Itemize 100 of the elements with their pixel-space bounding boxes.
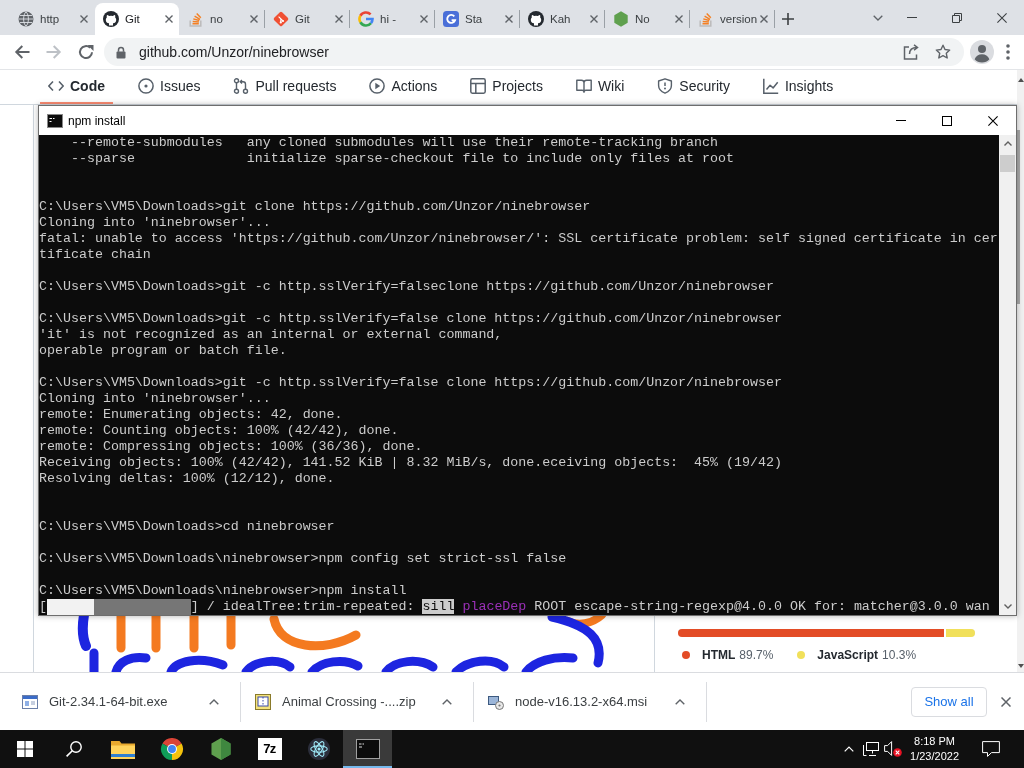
url-text: github.com/Unzor/ninebrowser (139, 44, 329, 60)
close-icon[interactable] (996, 12, 1007, 23)
console-line: C:\Users\VM5\Downloads>git -c http.sslVerify=falseclone https://github.com/Unzor/ninebrowser (39, 279, 775, 295)
scroll-down-icon[interactable] (1017, 664, 1024, 668)
taskbar-button[interactable]: 7z (245, 730, 294, 768)
download-file-name[interactable]: node-v16.13.2-x64.msi (515, 694, 648, 709)
app-window-icon (22, 693, 38, 710)
browser-tab[interactable]: Git (265, 3, 349, 35)
line-graph-icon (762, 78, 779, 94)
show-all-button[interactable]: Show all (911, 686, 987, 717)
share-icon[interactable] (903, 44, 919, 60)
speaker-muted-icon[interactable] (884, 741, 903, 757)
console-line: --remote-submodules any cloned submodules will use their remote-tracking branch (69, 135, 720, 151)
close-icon[interactable] (1001, 696, 1011, 707)
window-title: npm install (68, 113, 126, 128)
round-logo-icon (159, 738, 184, 760)
close-icon[interactable] (165, 15, 173, 23)
archive-file-icon (255, 693, 271, 710)
scroll-up-icon[interactable] (1003, 141, 1012, 146)
language-name[interactable]: HTML (702, 647, 736, 663)
console-line: 'it' is not recognized as an internal or external command, (39, 327, 504, 343)
circle-dot-icon (138, 78, 154, 94)
repo-tab[interactable]: Projects (462, 70, 551, 104)
g-icon (358, 11, 374, 27)
atom-icon (306, 738, 331, 760)
g-square-icon (443, 11, 459, 27)
installer-icon (488, 693, 504, 710)
browser-tab[interactable]: http (10, 3, 94, 35)
browser-tab[interactable]: Git (95, 3, 179, 35)
star-icon[interactable] (935, 44, 951, 60)
hexagon-icon (613, 11, 629, 27)
console-line: operable program or batch file. (39, 343, 288, 359)
start-icon (16, 741, 33, 757)
repo-tab[interactable]: Actions (361, 70, 446, 104)
browser-tab[interactable]: No (605, 3, 689, 35)
network-icon[interactable] (863, 742, 880, 756)
terminal-icon (355, 738, 380, 760)
scrollbar-thumb[interactable] (1000, 155, 1015, 172)
notification-icon[interactable] (982, 741, 1000, 757)
terminal-icon (47, 113, 63, 128)
log-tag-text: placeDep (462, 599, 527, 614)
console-text: [ (39, 599, 47, 614)
repo-tab[interactable]: Wiki (567, 70, 633, 104)
console-line: C:\Users\VM5\Downloads\ninebrowser>npm config set strict-ssl false (39, 551, 568, 567)
console-line: Receiving objects: 100% (42/42), 141.52 KiB | 8.32 MiB/s, done.eceiving objects: 45% (19/42) (39, 455, 783, 471)
chevron-up-icon[interactable] (675, 698, 685, 705)
console-line: remote: Enumerating objects: 42, done. (39, 407, 344, 423)
minimize-icon[interactable] (906, 17, 917, 18)
back-arrow-icon[interactable] (14, 44, 30, 60)
clock-date[interactable]: 1/23/2022 (910, 749, 959, 764)
repo-tab[interactable]: Insights (754, 70, 842, 104)
search-icon (65, 741, 82, 757)
chevron-up-icon[interactable] (209, 698, 219, 705)
browser-tab[interactable]: hi - (350, 3, 434, 35)
language-share: 89.7% (739, 647, 774, 663)
console-text: ROOT escape-string-regexp@4.0.0 OK for: matcher@3.0.0 wan (534, 599, 990, 614)
browser-tab[interactable]: Sta (435, 3, 519, 35)
hexagon-icon (208, 738, 233, 760)
download-file-name[interactable]: Animal Crossing -....zip (282, 694, 416, 709)
console-line: tificate chain (39, 247, 152, 263)
console-line: C:\Users\VM5\Downloads\ninebrowser>npm install (39, 583, 408, 599)
tray-icon (188, 11, 204, 27)
browser-tab[interactable]: no (180, 3, 264, 35)
repo-tab[interactable]: Security (649, 70, 738, 104)
cat-face-icon (103, 11, 119, 27)
play-circle-icon (369, 78, 386, 94)
language-name[interactable]: JavaScript (817, 647, 879, 663)
book-icon (575, 78, 592, 94)
console-line: remote: Counting objects: 100% (42/42), done. (39, 423, 400, 439)
address-bar[interactable]: github.com/Unzor/ninebrowser (104, 38, 964, 66)
menu-icon[interactable] (1006, 44, 1010, 60)
browser-tab[interactable]: Kah (520, 3, 604, 35)
diamond-icon (273, 11, 289, 27)
tray-icon (698, 11, 714, 27)
scrollbar[interactable] (999, 135, 1016, 615)
chevron-down-icon[interactable] (873, 14, 883, 21)
close-icon[interactable] (988, 115, 998, 126)
shield-icon (657, 78, 674, 94)
scroll-down-icon[interactable] (1003, 604, 1012, 609)
scrollbar[interactable] (1017, 70, 1024, 672)
console-line: Resolving deltas: 100% (12/12), done. (39, 471, 336, 487)
maximize-icon[interactable] (942, 115, 952, 126)
cat-face-icon (528, 11, 544, 27)
scroll-up-icon[interactable] (1017, 78, 1024, 82)
chevron-up-icon[interactable] (442, 698, 452, 705)
new-tab-icon[interactable] (782, 13, 794, 25)
download-file-name[interactable]: Git-2.34.1-64-bit.exe (49, 694, 168, 709)
log-level-label: sill (422, 599, 455, 614)
branch-icon (233, 78, 250, 94)
browser-tab[interactable]: version (690, 3, 774, 35)
repo-tab[interactable]: Issues (130, 70, 209, 104)
console-text: ] / idealTree:trim-repeated: (190, 599, 415, 614)
taskbar-button[interactable] (343, 730, 392, 768)
clock-time[interactable]: 8:18 PM (914, 734, 955, 749)
reload-icon[interactable] (78, 44, 94, 60)
scrollbar-thumb[interactable] (1017, 130, 1020, 304)
language-share: 10.3% (882, 647, 917, 663)
restore-icon[interactable] (951, 12, 962, 23)
repo-tab[interactable]: Pull requests (225, 70, 345, 104)
avatar-icon[interactable] (970, 40, 994, 64)
